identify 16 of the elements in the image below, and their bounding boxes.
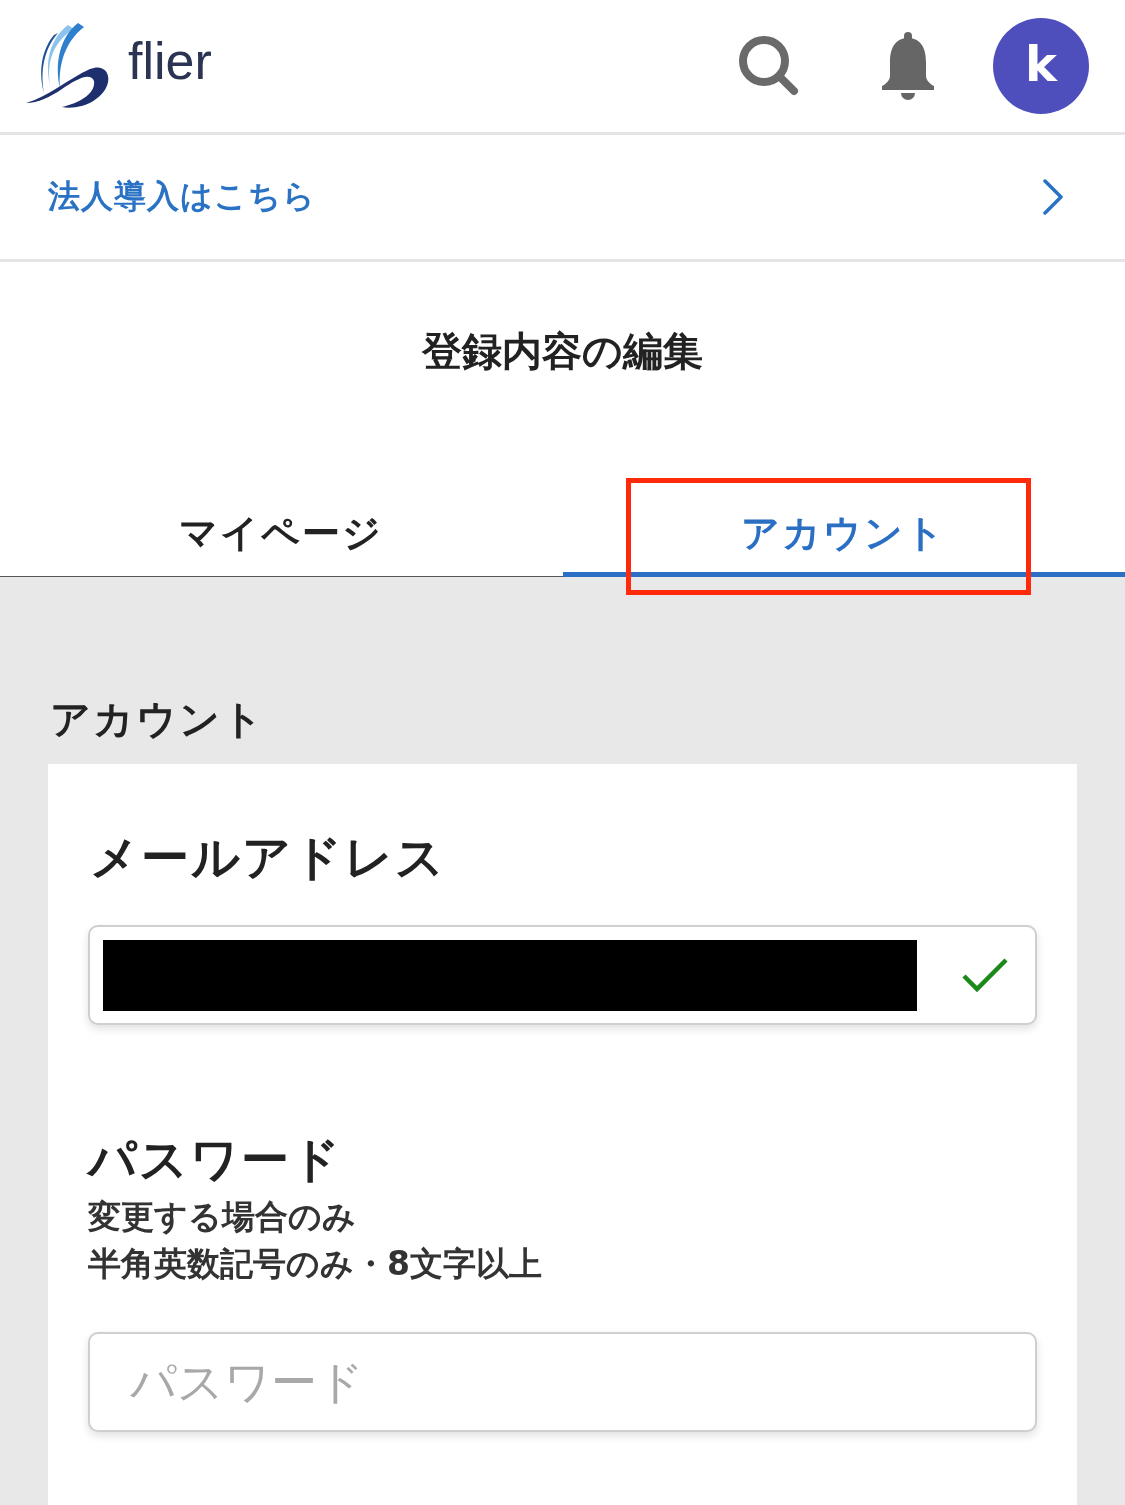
password-field[interactable]: パスワード	[88, 1332, 1037, 1432]
section-title: アカウント	[50, 695, 266, 743]
field-hint: 半角英数記号のみ・8文字以上	[88, 1243, 543, 1285]
page-title: 登録内容の編集	[422, 326, 703, 376]
corporate-link-label: 法人導入はこちら	[48, 176, 316, 217]
avatar-button[interactable]: k	[993, 18, 1089, 114]
field-label: メールアドレス	[90, 828, 447, 886]
chevron-right-icon	[1043, 179, 1063, 215]
bell-icon	[880, 32, 936, 100]
notification-button[interactable]	[880, 32, 936, 100]
logo-text: flier	[128, 35, 212, 87]
search-button[interactable]	[738, 35, 800, 97]
search-icon	[738, 35, 800, 97]
field-label: パスワード	[88, 1130, 343, 1188]
email-field[interactable]	[88, 925, 1037, 1025]
field-hint: 変更する場合のみ	[88, 1196, 357, 1238]
